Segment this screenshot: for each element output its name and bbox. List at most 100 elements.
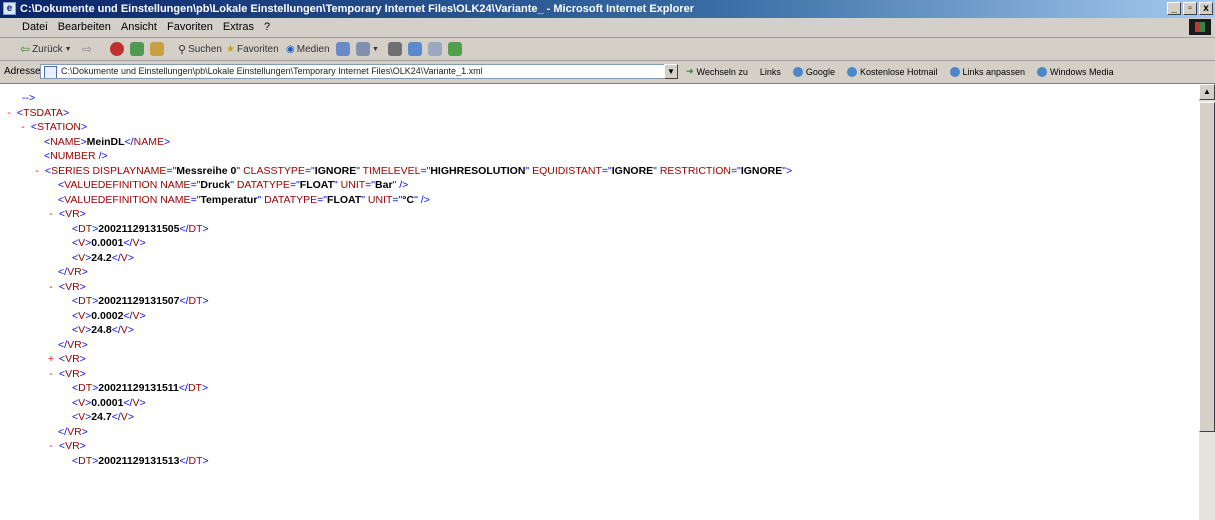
xml-node-v: <V>0.0001</V> bbox=[72, 396, 146, 409]
link-icon bbox=[792, 66, 803, 77]
standard-toolbar: ⇦ Zurück ▼ ⇨ ⚲ Suchen ★ Favoriten ◉ Medi… bbox=[0, 38, 1215, 61]
xml-node-v: <V>24.8</V> bbox=[72, 324, 134, 336]
links-label: Links bbox=[759, 66, 781, 77]
title-bar[interactable]: e C:\Dokumente und Einstellungen\pb\Loka… bbox=[0, 0, 1215, 18]
xml-node-valuedefinition: <VALUEDEFINITION NAME="Temperatur" DATAT… bbox=[58, 193, 430, 206]
xml-node-number: <NUMBER /> bbox=[44, 150, 108, 162]
vertical-scrollbar[interactable]: ▲ bbox=[1199, 84, 1215, 520]
link-icon bbox=[846, 66, 857, 77]
menu-datei[interactable]: Datei bbox=[22, 21, 48, 33]
print-icon bbox=[388, 42, 402, 56]
mail-button[interactable]: ▼ bbox=[356, 41, 379, 57]
collapse-toggle[interactable]: - bbox=[46, 280, 56, 295]
xml-node-name: <NAME>MeinDL</NAME> bbox=[44, 135, 171, 148]
chevron-down-icon: ▼ bbox=[372, 45, 379, 53]
xml-node-v: <V>0.0001</V> bbox=[72, 237, 146, 249]
xml-node-v: <V>24.7</V> bbox=[72, 411, 134, 423]
menu-bar: Datei Bearbeiten Ansicht Favoriten Extra… bbox=[0, 18, 1215, 38]
mail-icon bbox=[356, 42, 370, 56]
xml-node-dt: <DT>20021129131505</DT> bbox=[72, 222, 209, 235]
xml-node-v: <V>0.0002</V> bbox=[72, 309, 146, 322]
xml-node-station[interactable]: - <STATION> bbox=[0, 120, 792, 135]
menu-extras[interactable]: Extras bbox=[223, 21, 254, 33]
link-google[interactable]: Google bbox=[792, 66, 835, 77]
minimize-button[interactable]: _ bbox=[1167, 2, 1181, 15]
edit-button[interactable] bbox=[408, 41, 422, 57]
address-dropdown-button[interactable]: ▼ bbox=[664, 64, 678, 79]
links-bar: ➜ Wechseln zu Links Google Kostenlose Ho… bbox=[686, 66, 1114, 77]
link-hotmail[interactable]: Kostenlose Hotmail bbox=[846, 66, 938, 77]
address-label: Adresse bbox=[4, 66, 41, 77]
menu-bearbeiten[interactable]: Bearbeiten bbox=[58, 21, 111, 33]
address-url: C:\Dokumente und Einstellungen\pb\Lokale… bbox=[61, 66, 483, 76]
forward-button[interactable]: ⇨ bbox=[82, 41, 92, 57]
address-input[interactable]: C:\Dokumente und Einstellungen\pb\Lokale… bbox=[40, 64, 668, 79]
xml-node-vr[interactable]: - <VR> bbox=[0, 280, 792, 295]
windows-logo-icon bbox=[1189, 19, 1211, 35]
xml-node-vr[interactable]: - <VR> bbox=[0, 439, 792, 454]
stop-button[interactable] bbox=[110, 41, 124, 57]
search-button[interactable]: ⚲ Suchen bbox=[178, 41, 222, 57]
collapse-toggle[interactable]: - bbox=[46, 439, 56, 454]
xml-viewer[interactable]: --> - <TSDATA> - <STATION> <NAME>MeinDL<… bbox=[0, 84, 1199, 520]
favorites-button[interactable]: ★ Favoriten bbox=[226, 41, 279, 57]
link-icon bbox=[1037, 66, 1048, 77]
collapse-toggle[interactable]: - bbox=[4, 106, 14, 121]
xml-node-vr[interactable]: - <VR> bbox=[0, 367, 792, 382]
home-icon bbox=[150, 42, 164, 56]
back-arrow-icon: ⇦ bbox=[20, 42, 31, 56]
messenger-button[interactable] bbox=[448, 41, 462, 57]
collapse-toggle[interactable]: - bbox=[32, 164, 42, 179]
xml-node-tsdata[interactable]: - <TSDATA> bbox=[0, 106, 792, 121]
go-arrow-icon: ➜ bbox=[686, 66, 694, 76]
refresh-icon bbox=[130, 42, 144, 56]
ie-icon: e bbox=[3, 2, 16, 15]
discuss-button[interactable] bbox=[428, 41, 442, 57]
collapse-toggle[interactable]: - bbox=[46, 367, 56, 382]
history-button[interactable] bbox=[336, 41, 350, 57]
stop-icon bbox=[110, 42, 124, 56]
messenger-icon bbox=[448, 42, 462, 56]
forward-arrow-icon: ⇨ bbox=[82, 42, 93, 56]
print-button[interactable] bbox=[388, 41, 402, 57]
xml-node-vr[interactable]: - <VR> bbox=[0, 207, 792, 222]
maximize-button[interactable]: ▫ bbox=[1183, 2, 1197, 15]
close-button[interactable]: x bbox=[1199, 2, 1213, 15]
menu-favoriten[interactable]: Favoriten bbox=[167, 21, 213, 33]
window-title: C:\Dokumente und Einstellungen\pb\Lokale… bbox=[20, 3, 694, 15]
menu-help[interactable]: ? bbox=[264, 21, 270, 33]
collapse-toggle[interactable]: - bbox=[46, 207, 56, 222]
page-icon bbox=[44, 66, 57, 78]
xml-comment-end: --> bbox=[22, 92, 36, 104]
xml-node-vr-close: </VR> bbox=[58, 266, 88, 278]
scroll-thumb[interactable] bbox=[1199, 102, 1215, 432]
link-icon bbox=[949, 66, 960, 77]
go-button[interactable]: ➜ Wechseln zu bbox=[686, 66, 748, 77]
xml-node-vr-close: </VR> bbox=[58, 425, 88, 438]
home-button[interactable] bbox=[150, 41, 164, 57]
xml-node-dt: <DT>20021129131511</DT> bbox=[72, 382, 209, 394]
collapse-toggle[interactable]: - bbox=[18, 120, 28, 135]
favorites-icon: ★ bbox=[226, 43, 235, 55]
edit-icon bbox=[408, 42, 422, 56]
media-button[interactable]: ◉ Medien bbox=[286, 41, 330, 57]
xml-node-v: <V>24.2</V> bbox=[72, 251, 134, 264]
xml-node-vr-collapsed[interactable]: + <VR> bbox=[0, 352, 792, 367]
discuss-icon bbox=[428, 42, 442, 56]
chevron-down-icon: ▼ bbox=[64, 45, 72, 53]
expand-toggle[interactable]: + bbox=[46, 352, 56, 367]
window-controls: _ ▫ x bbox=[1167, 2, 1213, 15]
search-icon: ⚲ bbox=[178, 43, 187, 56]
scroll-up-button[interactable]: ▲ bbox=[1199, 84, 1215, 100]
link-customize[interactable]: Links anpassen bbox=[949, 66, 1025, 77]
xml-node-dt: <DT>20021129131513</DT> bbox=[72, 454, 209, 467]
media-icon: ◉ bbox=[286, 43, 295, 55]
link-windows-media[interactable]: Windows Media bbox=[1037, 66, 1114, 77]
xml-node-vr-close: </VR> bbox=[58, 338, 88, 351]
address-bar: Adresse C:\Dokumente und Einstellungen\p… bbox=[0, 61, 1215, 84]
refresh-button[interactable] bbox=[130, 41, 144, 57]
xml-node-series[interactable]: - <SERIES DISPLAYNAME="Messreihe 0" CLAS… bbox=[0, 164, 792, 179]
menu-ansicht[interactable]: Ansicht bbox=[121, 21, 157, 33]
xml-tree: --> - <TSDATA> - <STATION> <NAME>MeinDL<… bbox=[0, 91, 792, 468]
back-button[interactable]: ⇦ Zurück ▼ bbox=[20, 41, 72, 57]
